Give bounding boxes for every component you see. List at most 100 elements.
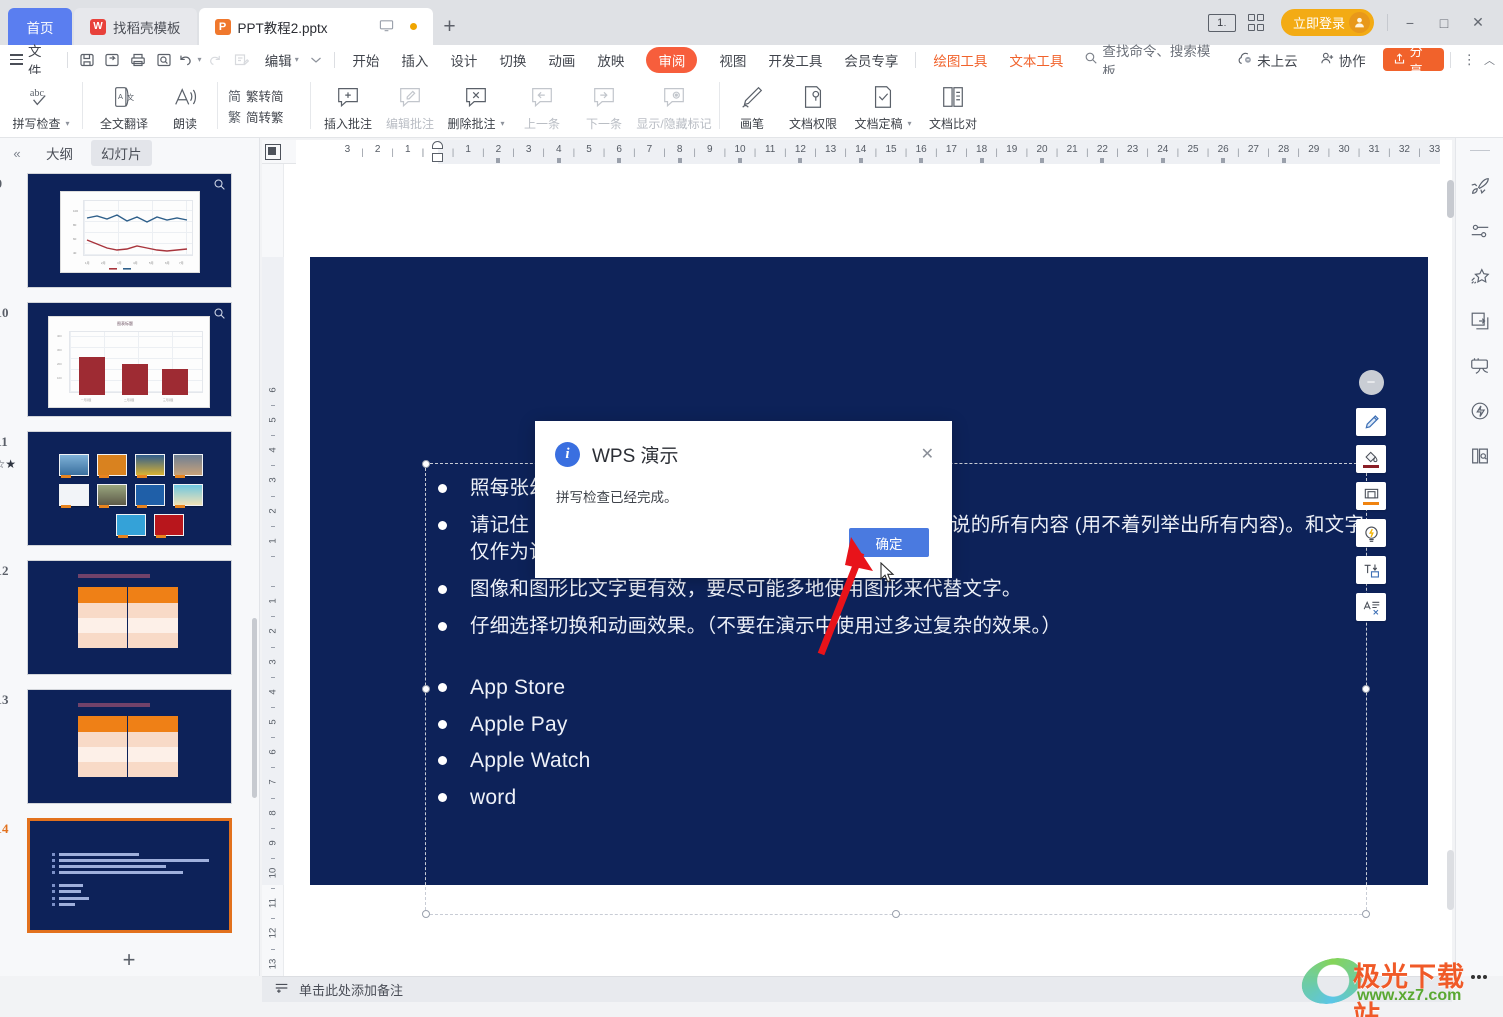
menu-item-animation[interactable]: 动画 [537,45,586,74]
menu-item-developer[interactable]: 开发工具 [757,45,833,74]
eyedropper-icon[interactable] [1356,408,1386,436]
insert-comment-button[interactable]: 插入批注 [317,74,379,137]
minimize-button[interactable]: − [1393,0,1427,45]
thumbnail-list[interactable]: 9 100806040 1月2月3月4月5月6月7 [0,167,258,976]
menu-item-transition[interactable]: 切换 [488,45,537,74]
close-button[interactable]: ✕ [1461,0,1495,45]
thumbnail-slide-9[interactable]: 9 100806040 1月2月3月4月5月6月7 [0,173,232,288]
ruler-tab-stop[interactable] [1160,158,1165,163]
text-box-icon[interactable] [1356,556,1386,584]
ruler-tab-stop[interactable] [919,158,924,163]
close-icon[interactable]: ✕ [921,446,934,463]
thumbnail-slide-10[interactable]: 10 图表标题 400 300 200 100 一月销量 二月销量 三月销量 [0,302,232,417]
collaborate-button[interactable]: 协作 [1309,45,1377,74]
ruler-tab-stop[interactable] [738,158,742,163]
menu-item-start[interactable]: 开始 [341,45,390,74]
next-comment-button[interactable]: 下一条 [573,74,635,137]
zoom-thumbnail-icon[interactable] [213,307,226,323]
save-as-icon[interactable] [99,46,125,73]
tab-slides[interactable]: 幻灯片 [91,140,152,166]
thumbnail-slide-14[interactable]: 14 [0,818,232,933]
document-permission-button[interactable]: 文档权限 [778,74,848,137]
vertical-ruler[interactable]: 6 5 4 3 2 1 1 2 3 4 5 6 7 8 9 10 11 12 13 [262,164,284,980]
menu-item-text-tools[interactable]: 文本工具 [998,45,1074,74]
ruler-tab-stop[interactable] [1100,158,1105,163]
resize-handle-br[interactable] [1362,910,1370,918]
magic-star-icon[interactable] [1466,262,1494,290]
thumbnail-slide-11[interactable]: 11 ☆★ [0,431,232,546]
smart-tools-icon[interactable] [1466,352,1494,380]
menu-item-insert[interactable]: 插入 [390,45,439,74]
print-icon[interactable] [125,46,151,73]
add-slide-button[interactable]: + [27,947,232,973]
print-preview-icon[interactable] [151,46,177,73]
canvas-vertical-scroll-track[interactable] [1447,850,1454,910]
settings-slider-icon[interactable] [1466,217,1494,245]
cloud-status-button[interactable]: 未上云 [1227,45,1309,74]
share-button[interactable]: 分享 [1382,44,1444,78]
read-book-icon[interactable] [1466,442,1494,470]
duplicate-slide-icon[interactable] [1466,307,1494,335]
ruler-tab-stop[interactable] [979,158,984,163]
zoom-thumbnail-icon[interactable] [213,178,226,194]
menu-item-view[interactable]: 视图 [708,45,757,74]
more-options-button[interactable]: ⋮ [1457,45,1483,74]
ruler-tab-stop[interactable] [1281,158,1286,163]
previous-comment-button[interactable]: 上一条 [511,74,573,137]
compare-document-button[interactable]: 文档比对 [918,74,988,137]
notes-pane[interactable]: 单击此处添加备注 [262,976,1452,1002]
sidebar-drag-handle[interactable] [1469,150,1490,151]
horizontal-ruler[interactable]: 3 | 2 | 1 | | 1 | 2 | 3 | 4 | 5 | 6 | 7 | 8 | 9 | 10 | 11 | 12 | 13 | 14 |… [262,140,1452,164]
edit-comment-button[interactable]: 编辑批注 [379,74,441,137]
spell-check-button[interactable]: abc 拼写检查 ▾ [6,74,76,137]
minimize-toolbar-icon[interactable]: − [1358,370,1384,395]
resize-handle-l[interactable] [422,685,430,693]
trad-to-simp-button[interactable]: 简 繁转简 [228,86,300,105]
tab-template-store[interactable]: 找稻壳模板 [74,8,197,45]
resize-handle-tl[interactable] [422,460,430,468]
thumbnail-scrollbar[interactable] [252,618,257,798]
tab-document[interactable]: PPT教程2.pptx [198,8,433,45]
edit-mode-button[interactable]: 编辑 ▾ [254,45,303,74]
lightning-idea-icon[interactable] [1466,397,1494,425]
new-tab-button[interactable]: + [435,8,465,45]
tab-outline[interactable]: 大纲 [36,140,83,166]
menu-item-member[interactable]: 会员专享 [833,45,909,74]
rocket-icon[interactable] [1466,172,1494,200]
expand-quick-access-icon[interactable] [303,46,329,73]
left-indent-marker[interactable] [432,153,443,162]
first-line-indent-marker[interactable] [432,141,443,149]
menu-item-slideshow[interactable]: 放映 [586,45,635,74]
menu-item-design[interactable]: 设计 [439,45,488,74]
undo-icon[interactable]: ▾ [177,46,203,73]
show-hide-markup-button[interactable]: 显示/隐藏标记 [635,74,713,137]
spell-check-dialog[interactable]: i WPS 演示 ✕ 拼写检查已经完成。 确定 [535,421,952,578]
ruler-tab-stop[interactable] [1040,158,1044,163]
ruler-tab-stop[interactable] [858,158,863,163]
page-count-button[interactable]: 1. [1205,0,1239,45]
collapse-ribbon-button[interactable]: ︿ [1482,45,1503,74]
canvas-vertical-scrollbar[interactable] [1447,180,1454,218]
ruler-tab-stop[interactable] [556,158,561,163]
present-monitor-icon[interactable] [379,18,394,36]
edit-doc-icon[interactable] [228,46,254,73]
ruler-tab-stop[interactable] [617,158,622,163]
tab-stop-selector[interactable] [265,144,281,160]
save-icon[interactable] [74,46,100,73]
menu-item-review[interactable]: 审阅 [635,45,708,74]
maximize-button[interactable]: □ [1427,0,1461,45]
read-aloud-button[interactable]: 朗读 [159,74,211,137]
fill-color-icon[interactable] [1356,445,1386,473]
ruler-tab-stop[interactable] [1221,158,1226,163]
resize-handle-b[interactable] [892,910,900,918]
ruler-tab-stop[interactable] [496,158,501,163]
menu-item-drawing-tools[interactable]: 绘图工具 [922,45,998,74]
login-button[interactable]: 立即登录 [1280,9,1374,36]
collapse-left-icon[interactable]: « [6,146,28,161]
thumbnail-slide-13[interactable]: 13 [0,689,232,804]
resize-handle-bl[interactable] [422,910,430,918]
quick-style-icon[interactable] [1356,519,1386,547]
ruler-tab-stop[interactable] [677,158,682,163]
redo-icon[interactable] [202,46,228,73]
pen-button[interactable]: 画笔 [726,74,778,137]
